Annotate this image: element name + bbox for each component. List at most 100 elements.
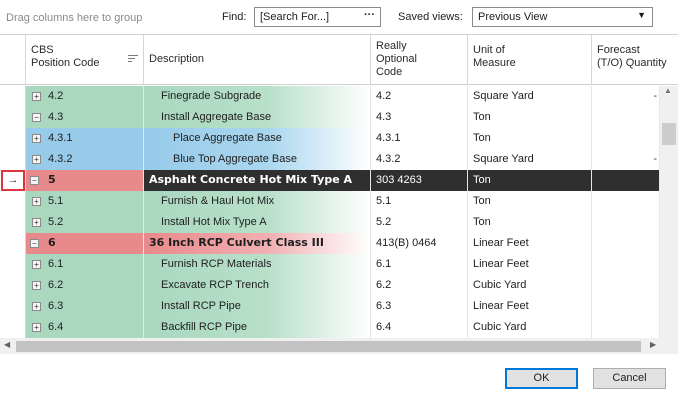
cell-forecast-quantity[interactable] (592, 212, 660, 233)
table-row[interactable]: +6.1 Furnish RCP Materials 6.1 Linear Feet (0, 254, 660, 275)
expand-icon[interactable]: + (32, 134, 41, 143)
cell-really-optional-code[interactable]: 6.3 (371, 296, 468, 317)
cell-unit-of-measure[interactable]: Ton (468, 170, 592, 191)
cell-really-optional-code[interactable]: 303 4263 (371, 170, 468, 191)
cell-description[interactable]: Install RCP Pipe (144, 296, 371, 317)
cell-cbs-position-code[interactable]: +6.2 (26, 275, 144, 296)
cell-description[interactable]: Furnish RCP Materials (144, 254, 371, 275)
cell-description[interactable]: Backfill RCP Pipe (144, 317, 371, 338)
cell-description[interactable]: Asphalt Concrete Hot Mix Type A (144, 170, 371, 191)
cell-description[interactable]: 36 Inch RCP Culvert Class III (144, 233, 371, 254)
cell-forecast-quantity[interactable] (592, 191, 660, 212)
scroll-up-icon[interactable]: ▲ (664, 86, 672, 95)
row-indicator[interactable] (0, 233, 26, 254)
cell-really-optional-code[interactable]: 4.2 (371, 86, 468, 107)
cell-unit-of-measure[interactable]: Square Yard (468, 149, 592, 170)
cell-really-optional-code[interactable]: 5.1 (371, 191, 468, 212)
table-row[interactable]: −4.3 Install Aggregate Base 4.3 Ton (0, 107, 660, 128)
cell-description[interactable]: Install Aggregate Base (144, 107, 371, 128)
search-options-icon[interactable]: ··· (364, 9, 375, 21)
cell-cbs-position-code[interactable]: +4.3.1 (26, 128, 144, 149)
row-indicator[interactable] (0, 191, 26, 212)
cell-forecast-quantity[interactable]: - (592, 86, 660, 107)
cell-cbs-position-code[interactable]: +5.1 (26, 191, 144, 212)
row-indicator[interactable] (0, 212, 26, 233)
row-indicator[interactable] (0, 128, 26, 149)
cell-unit-of-measure[interactable]: Cubic Yard (468, 275, 592, 296)
group-by-hint[interactable]: Drag columns here to group (6, 12, 142, 24)
cell-forecast-quantity[interactable] (592, 317, 660, 338)
cell-description[interactable]: Install Hot Mix Type A (144, 212, 371, 233)
cell-really-optional-code[interactable]: 4.3.2 (371, 149, 468, 170)
row-indicator[interactable] (0, 317, 26, 338)
sort-icon[interactable] (128, 55, 138, 65)
scroll-left-icon[interactable]: ◀ (4, 340, 10, 349)
scroll-right-icon[interactable]: ▶ (650, 340, 656, 349)
table-row[interactable]: +6.3 Install RCP Pipe 6.3 Linear Feet (0, 296, 660, 317)
chevron-down-icon[interactable]: ▼ (637, 10, 646, 20)
row-indicator[interactable] (0, 86, 26, 107)
column-header-really-optional-code[interactable]: Really Optional Code (371, 35, 468, 85)
table-row[interactable]: +6.2 Excavate RCP Trench 6.2 Cubic Yard (0, 275, 660, 296)
cell-forecast-quantity[interactable] (592, 107, 660, 128)
table-row[interactable]: +5.1 Furnish & Haul Hot Mix 5.1 Ton (0, 191, 660, 212)
saved-views-dropdown[interactable]: Previous View ▼ (472, 7, 653, 27)
column-header-unit-of-measure[interactable]: Unit of Measure (468, 35, 592, 85)
cell-description[interactable]: Blue Top Aggregate Base (144, 149, 371, 170)
expand-icon[interactable]: + (32, 302, 41, 311)
cell-cbs-position-code[interactable]: +5.2 (26, 212, 144, 233)
table-row[interactable]: +5.2 Install Hot Mix Type A 5.2 Ton (0, 212, 660, 233)
cell-unit-of-measure[interactable]: Linear Feet (468, 254, 592, 275)
cell-description[interactable]: Place Aggregate Base (144, 128, 371, 149)
cell-forecast-quantity[interactable] (592, 296, 660, 317)
cell-forecast-quantity[interactable] (592, 128, 660, 149)
expand-icon[interactable]: + (32, 218, 41, 227)
cell-really-optional-code[interactable]: 4.3.1 (371, 128, 468, 149)
scrollbar-thumb[interactable] (16, 341, 641, 352)
cell-cbs-position-code[interactable]: +6.3 (26, 296, 144, 317)
cell-unit-of-measure[interactable]: Linear Feet (468, 233, 592, 254)
row-indicator[interactable] (0, 296, 26, 317)
table-row[interactable]: −6 36 Inch RCP Culvert Class III 413(B) 04… (0, 233, 660, 254)
cell-cbs-position-code[interactable]: +6.1 (26, 254, 144, 275)
expand-icon[interactable]: + (32, 197, 41, 206)
row-indicator[interactable] (0, 275, 26, 296)
cell-cbs-position-code[interactable]: −5 (26, 170, 144, 191)
cell-unit-of-measure[interactable]: Ton (468, 128, 592, 149)
table-row[interactable]: → −5 Asphalt Concrete Hot Mix Type A 303 42… (0, 170, 660, 191)
cell-forecast-quantity[interactable]: - (592, 149, 660, 170)
row-indicator[interactable] (0, 149, 26, 170)
column-header-forecast-quantity[interactable]: Forecast (T/O) Quantity (592, 35, 678, 85)
expand-icon[interactable]: + (32, 155, 41, 164)
expand-icon[interactable]: + (32, 260, 41, 269)
cell-unit-of-measure[interactable]: Cubic Yard (468, 317, 592, 338)
cell-description[interactable]: Excavate RCP Trench (144, 275, 371, 296)
cell-really-optional-code[interactable]: 4.3 (371, 107, 468, 128)
row-indicator[interactable] (0, 107, 26, 128)
cell-cbs-position-code[interactable]: +4.2 (26, 86, 144, 107)
horizontal-scrollbar[interactable]: ◀ ▶ (0, 338, 678, 354)
cell-cbs-position-code[interactable]: +6.4 (26, 317, 144, 338)
cell-unit-of-measure[interactable]: Ton (468, 212, 592, 233)
cell-really-optional-code[interactable]: 6.1 (371, 254, 468, 275)
column-header-cbs-position-code[interactable]: CBS Position Code (26, 35, 144, 85)
cell-description[interactable]: Finegrade Subgrade (144, 86, 371, 107)
cell-unit-of-measure[interactable]: Square Yard (468, 86, 592, 107)
cell-forecast-quantity[interactable] (592, 254, 660, 275)
cell-really-optional-code[interactable]: 413(B) 0464 (371, 233, 468, 254)
search-input[interactable]: [Search For...] ··· (254, 7, 381, 27)
collapse-icon[interactable]: − (30, 239, 39, 248)
cell-cbs-position-code[interactable]: +4.3.2 (26, 149, 144, 170)
ok-button[interactable]: OK (505, 368, 578, 389)
expand-icon[interactable]: + (32, 281, 41, 290)
cell-unit-of-measure[interactable]: Ton (468, 107, 592, 128)
cell-forecast-quantity[interactable] (592, 170, 660, 191)
table-row[interactable]: +4.3.2 Blue Top Aggregate Base 4.3.2 Square… (0, 149, 660, 170)
cell-forecast-quantity[interactable] (592, 233, 660, 254)
table-row[interactable]: +6.4 Backfill RCP Pipe 6.4 Cubic Yard (0, 317, 660, 338)
expand-icon[interactable]: + (32, 92, 41, 101)
cell-forecast-quantity[interactable] (592, 275, 660, 296)
cell-unit-of-measure[interactable]: Ton (468, 191, 592, 212)
table-row[interactable]: +4.2 Finegrade Subgrade 4.2 Square Yard - (0, 86, 660, 107)
cell-really-optional-code[interactable]: 6.4 (371, 317, 468, 338)
